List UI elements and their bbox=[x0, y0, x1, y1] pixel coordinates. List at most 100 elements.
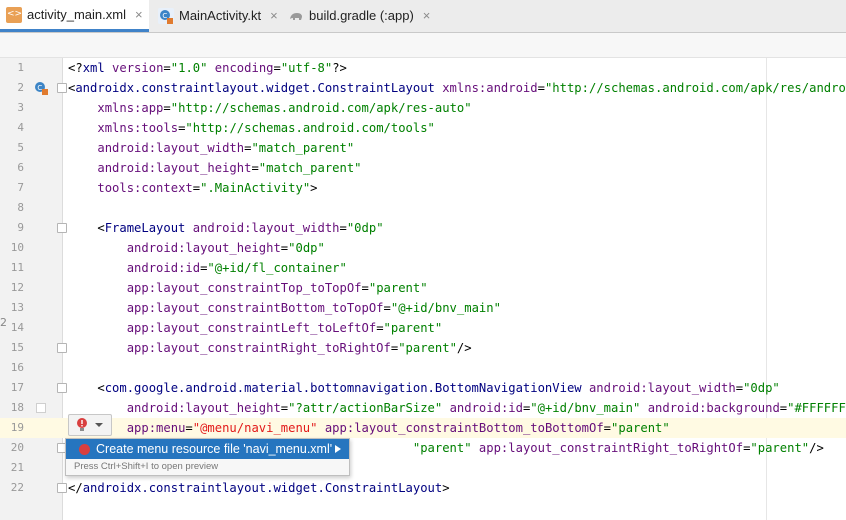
line-number: 20 bbox=[10, 441, 24, 454]
quick-fix-popup: Create menu resource file 'navi_menu.xml… bbox=[65, 438, 350, 476]
tab-build-gradle[interactable]: build.gradle (:app) × bbox=[282, 0, 436, 31]
side-marker: 2 bbox=[0, 316, 7, 329]
code-token: app:layout_constraintTop_toTopOf bbox=[126, 281, 362, 295]
code-token: com.google.android.material.bottomnaviga… bbox=[104, 381, 589, 395]
code-token: = bbox=[537, 81, 545, 95]
code-text: app:layout_constraintRight_toRightOf="pa… bbox=[68, 340, 472, 356]
code-token: ".MainActivity" bbox=[200, 181, 311, 195]
code-token: "@+id/fl_container" bbox=[207, 261, 347, 275]
code-token: < bbox=[68, 221, 105, 235]
code-line[interactable]: 10 android:layout_height="0dp" bbox=[0, 238, 846, 258]
code-line[interactable]: 4 xmlns:tools="http://schemas.android.co… bbox=[0, 118, 846, 138]
code-line[interactable]: 12 app:layout_constraintTop_toTopOf="par… bbox=[0, 278, 846, 298]
line-number: 5 bbox=[17, 141, 24, 154]
line-number: 16 bbox=[10, 361, 24, 374]
code-line[interactable]: 6 android:layout_height="match_parent" bbox=[0, 158, 846, 178]
code-token: androidx.constraintlayout.widget.Constra… bbox=[82, 481, 443, 495]
fold-toggle-icon[interactable] bbox=[57, 343, 67, 353]
code-token: = bbox=[185, 421, 193, 435]
code-text: app:menu="@menu/navi_menu" app:layout_co… bbox=[68, 420, 670, 436]
code-line[interactable]: 8 bbox=[0, 198, 846, 218]
line-number: 19 bbox=[10, 421, 24, 434]
tab-mainactivity-kt[interactable]: C MainActivity.kt × bbox=[152, 0, 284, 31]
tab-label: activity_main.xml bbox=[27, 7, 126, 22]
code-token: android:layout_width bbox=[192, 221, 340, 235]
code-token: = bbox=[339, 221, 347, 235]
line-number: 18 bbox=[10, 401, 24, 414]
line-number: 3 bbox=[17, 101, 24, 114]
code-line[interactable]: 7 tools:context=".MainActivity"> bbox=[0, 178, 846, 198]
code-line[interactable]: 15 app:layout_constraintRight_toRightOf=… bbox=[0, 338, 846, 358]
code-line[interactable]: 14 app:layout_constraintLeft_toLeftOf="p… bbox=[0, 318, 846, 338]
activity-class-icon[interactable]: C bbox=[34, 80, 48, 95]
fold-toggle-icon[interactable] bbox=[57, 383, 67, 393]
close-tab-icon[interactable]: × bbox=[135, 7, 143, 22]
code-token: = bbox=[192, 181, 201, 195]
close-tab-icon[interactable]: × bbox=[423, 8, 431, 23]
code-line[interactable]: 18 android:layout_height="?attr/actionBa… bbox=[0, 398, 846, 418]
breadcrumb-bar bbox=[0, 33, 846, 58]
intention-actions-button[interactable] bbox=[68, 414, 112, 436]
code-text: tools:context=".MainActivity"> bbox=[68, 180, 317, 196]
xml-file-icon bbox=[6, 6, 22, 23]
close-tab-icon[interactable]: × bbox=[270, 8, 278, 23]
code-token: "utf-8" bbox=[280, 61, 333, 75]
code-token: xmlns:app bbox=[97, 101, 164, 115]
code-text: android:layout_width="match_parent" bbox=[68, 140, 354, 156]
code-token: "http://schemas.android.com/tools" bbox=[185, 121, 435, 135]
create-menu-resource-item[interactable]: Create menu resource file 'navi_menu.xml… bbox=[66, 439, 349, 459]
code-text: android:layout_height="0dp" bbox=[68, 240, 325, 256]
code-line[interactable]: 3 xmlns:app="http://schemas.android.com/… bbox=[0, 98, 846, 118]
code-token: "@menu/navi_menu" bbox=[192, 421, 318, 435]
tab-activity-main-xml[interactable]: activity_main.xml × bbox=[0, 0, 149, 32]
submenu-arrow-icon[interactable] bbox=[335, 445, 341, 453]
code-line[interactable]: 1 <?xml version="1.0" encoding="utf-8"?> bbox=[0, 58, 846, 78]
color-swatch-icon[interactable] bbox=[36, 403, 46, 413]
fold-toggle-icon[interactable] bbox=[57, 483, 67, 493]
code-text: xmlns:app="http://schemas.android.com/ap… bbox=[68, 100, 471, 116]
fold-toggle-icon[interactable] bbox=[57, 223, 67, 233]
code-token: ?> bbox=[332, 61, 347, 75]
line-number: 1 bbox=[17, 61, 24, 74]
code-line[interactable]: 5 android:layout_width="match_parent" bbox=[0, 138, 846, 158]
code-token: tools:context bbox=[97, 181, 193, 195]
code-text: <FrameLayout android:layout_width="0dp" bbox=[68, 220, 384, 236]
gradle-icon bbox=[288, 8, 304, 24]
line-number: 4 bbox=[17, 121, 24, 134]
line-number: 10 bbox=[10, 241, 24, 254]
line-number: 9 bbox=[17, 221, 24, 234]
code-token: = bbox=[376, 321, 384, 335]
code-token: version bbox=[112, 61, 164, 75]
code-line[interactable]: 11 android:id="@+id/fl_container" bbox=[0, 258, 846, 278]
error-icon bbox=[79, 443, 90, 455]
line-number: 21 bbox=[10, 461, 24, 474]
error-bulb-icon bbox=[77, 418, 103, 431]
code-token: "1.0" bbox=[170, 61, 208, 75]
code-line[interactable]: 17 <com.google.android.material.bottomna… bbox=[0, 378, 846, 398]
code-token: "@+id/bnv_main" bbox=[530, 401, 641, 415]
code-token: /> bbox=[809, 441, 824, 455]
code-line[interactable]: 19 app:menu="@menu/navi_menu" app:layout… bbox=[0, 418, 846, 438]
code-line[interactable]: 9 <FrameLayout android:layout_width="0dp… bbox=[0, 218, 846, 238]
code-line[interactable]: 2 C <androidx.constraintlayout.widget.Cons… bbox=[0, 78, 846, 98]
code-line[interactable]: 13 app:layout_constraintBottom_toTopOf="… bbox=[0, 298, 846, 318]
line-number: 2 bbox=[17, 81, 24, 94]
line-number: 22 bbox=[10, 481, 24, 494]
code-text: app:layout_constraintLeft_toLeftOf="pare… bbox=[68, 320, 443, 336]
code-token: = bbox=[361, 281, 369, 295]
code-line[interactable]: 16 bbox=[0, 358, 846, 378]
code-token: "0dp" bbox=[346, 221, 384, 235]
code-token: android:layout_height bbox=[126, 241, 281, 255]
code-token: android:layout_width bbox=[97, 141, 245, 155]
fold-toggle-icon[interactable] bbox=[57, 83, 67, 93]
line-number: 6 bbox=[17, 161, 24, 174]
code-token: "?attr/actionBarSize" bbox=[288, 401, 443, 415]
code-token: androidx.constraintlayout.widget.Constra… bbox=[75, 81, 443, 95]
code-line[interactable]: 22 </androidx.constraintlayout.widget.Con… bbox=[0, 478, 846, 498]
